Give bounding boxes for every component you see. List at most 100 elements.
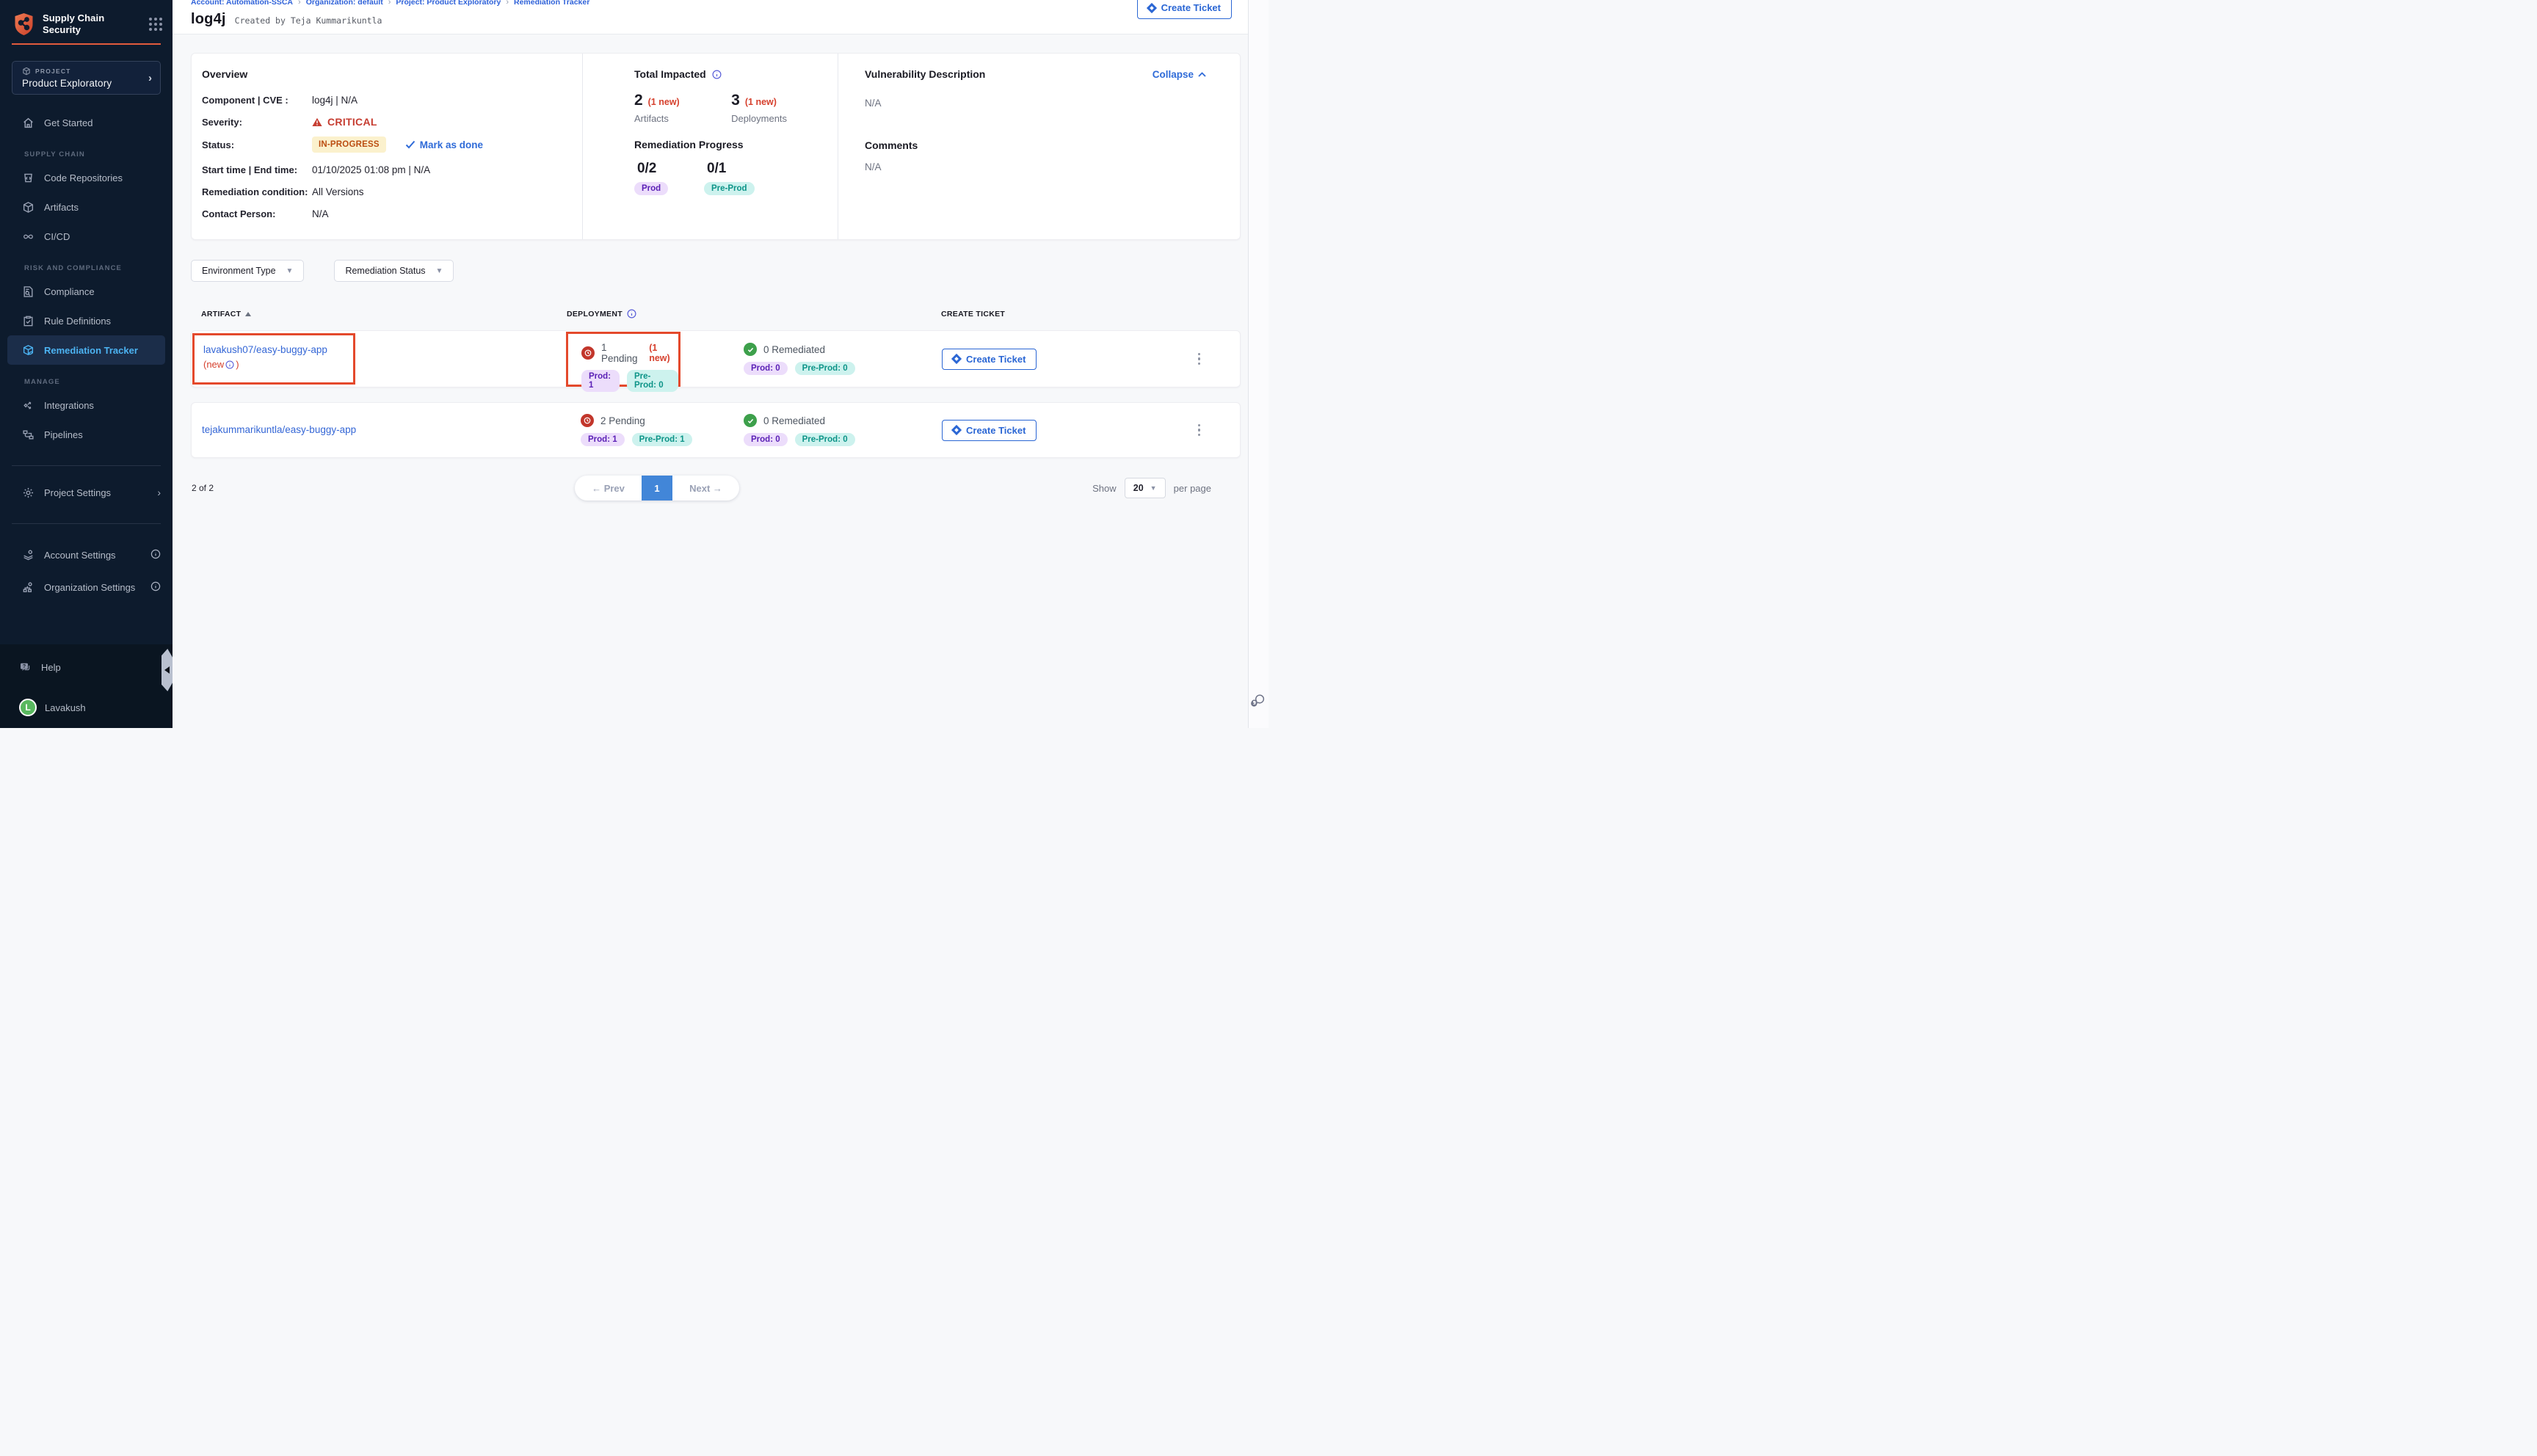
sort-ascending-icon[interactable]: [245, 312, 251, 316]
sidebar-collapse-handle[interactable]: [161, 649, 173, 691]
chevron-down-icon: ▼: [436, 267, 443, 275]
info-circle-icon[interactable]: [627, 309, 636, 318]
sidebar-item-organization-settings[interactable]: Organization Settings: [0, 571, 173, 603]
main-area: Account: Automation-SSCA › Organization: …: [173, 0, 1268, 728]
show-label: Show: [1092, 483, 1117, 494]
prod-pill: Prod: [634, 182, 668, 195]
deployments-stat-label: Deployments: [731, 113, 838, 124]
column-artifact: ARTIFACT: [201, 310, 241, 318]
sidebar-item-get-started[interactable]: Get Started: [0, 108, 173, 137]
svg-text:?: ?: [23, 664, 26, 669]
sidebar-item-pipelines[interactable]: Pipelines: [0, 420, 173, 449]
prod-count-badge: Prod: 0: [744, 433, 788, 446]
sidebar-section-supply-chain: SUPPLY CHAIN: [0, 137, 173, 163]
chevron-right-icon: ›: [157, 487, 161, 498]
overview-card: Overview Component | CVE :log4j | N/A Se…: [191, 53, 1241, 240]
table-row: lavakush07/easy-buggy-app (new ) 1 Pendi…: [191, 330, 1241, 387]
sidebar-bottom-panel: ? Help L Lavakush: [0, 644, 173, 728]
artifact-link[interactable]: tejakummarikuntla/easy-buggy-app: [202, 424, 356, 435]
filters-row: Environment Type▼ Remediation Status▼: [191, 260, 1261, 282]
supply-chain-shield-logo-icon: [12, 12, 36, 36]
check-icon: [405, 140, 415, 149]
chevron-down-icon: ▼: [286, 267, 294, 275]
sidebar-item-rule-definitions[interactable]: Rule Definitions: [0, 306, 173, 335]
warning-triangle-icon: [312, 117, 322, 127]
sidebar-section-risk-compliance: RISK AND COMPLIANCE: [0, 251, 173, 277]
project-cube-icon: [22, 67, 31, 76]
condition-value: All Versions: [312, 186, 364, 197]
per-page-label: per page: [1174, 483, 1211, 494]
sidebar-item-cicd[interactable]: CI/CD: [0, 222, 173, 251]
remediated-check-icon: [744, 343, 757, 356]
breadcrumb-remediation-tracker[interactable]: Remediation Tracker: [514, 0, 589, 7]
new-artifact-chip: (new ): [203, 359, 239, 370]
user-menu[interactable]: L Lavakush: [0, 691, 173, 724]
pagination-pill: ← Prev 1 Next →: [575, 476, 739, 500]
preprod-progress: 0/1 Pre-Prod: [704, 161, 774, 195]
create-ticket-button-row[interactable]: Create Ticket: [942, 349, 1037, 370]
remediated-cell: 0 Remediated Prod: 0 Pre-Prod: 0: [744, 414, 942, 446]
sidebar-item-integrations[interactable]: Integrations: [0, 390, 173, 420]
gear-icon: [22, 487, 35, 499]
info-circle-icon[interactable]: [225, 360, 234, 369]
pending-count: 1 Pending: [601, 342, 642, 364]
project-eyebrow-label: PROJECT: [35, 68, 71, 75]
pending-new-count: (1 new): [649, 343, 678, 363]
project-selector[interactable]: PROJECT Product Exploratory ›: [12, 61, 161, 95]
artifact-link[interactable]: lavakush07/easy-buggy-app: [203, 344, 327, 355]
sidebar-item-account-settings[interactable]: Account Settings: [0, 539, 173, 571]
sidebar-item-project-settings[interactable]: Project Settings ›: [0, 476, 173, 509]
table-row: tejakummarikuntla/easy-buggy-app 2 Pendi…: [191, 402, 1241, 458]
infinity-icon: [22, 230, 35, 243]
comments-value: N/A: [865, 161, 1206, 172]
sidebar-item-compliance[interactable]: Compliance: [0, 277, 173, 306]
prev-page-button[interactable]: ← Prev: [575, 483, 642, 494]
remediation-status-filter[interactable]: Remediation Status▼: [334, 260, 454, 282]
sidebar-item-remediation-tracker[interactable]: Remediation Tracker: [7, 335, 165, 365]
create-ticket-button-row[interactable]: Create Ticket: [942, 420, 1037, 441]
prod-progress: 0/2 Prod: [634, 161, 704, 195]
info-circle-icon: [150, 549, 161, 561]
breadcrumb-project[interactable]: Project: Product Exploratory: [396, 0, 501, 7]
home-icon: [22, 117, 35, 129]
artifact-box-icon: [22, 201, 35, 214]
row-menu-kebab-icon[interactable]: [1198, 353, 1201, 365]
help-chat-icon: ?: [19, 661, 32, 674]
sidebar-item-help[interactable]: ? Help: [0, 650, 173, 684]
time-label: Start time | End time:: [202, 164, 312, 175]
impacted-deployments-stat: 3(1 new) Deployments: [731, 92, 838, 124]
document-search-icon: [22, 285, 35, 298]
mark-as-done-button[interactable]: Mark as done: [405, 139, 483, 150]
create-ticket-button-header[interactable]: Create Ticket: [1137, 0, 1232, 19]
page-number-button[interactable]: 1: [642, 476, 672, 500]
vulnerability-description-value: N/A: [865, 98, 1206, 109]
breadcrumb-account[interactable]: Account: Automation-SSCA: [191, 0, 293, 7]
contact-value: N/A: [312, 208, 329, 219]
severity-value: CRITICAL: [312, 116, 377, 128]
environment-type-filter[interactable]: Environment Type▼: [191, 260, 304, 282]
next-page-button[interactable]: Next →: [672, 483, 739, 494]
status-badge: IN-PROGRESS: [312, 136, 386, 153]
breadcrumb-separator: ›: [506, 0, 509, 7]
remediation-progress-heading: Remediation Progress: [634, 139, 838, 150]
account-layers-gear-icon: [22, 549, 35, 561]
page-size-select[interactable]: 20▼: [1125, 478, 1166, 498]
vulnerability-description-heading: Vulnerability Description: [865, 68, 985, 80]
support-chat-icon[interactable]: [1250, 694, 1266, 712]
info-circle-icon[interactable]: [712, 70, 722, 79]
prod-progress-value: 0/2: [634, 161, 704, 177]
module-switcher-grid-icon[interactable]: [149, 18, 162, 31]
clipboard-check-icon: [22, 315, 35, 327]
breadcrumb-organization[interactable]: Organization: default: [306, 0, 383, 7]
total-impacted-heading: Total Impacted: [634, 68, 706, 80]
remediated-count: 0 Remediated: [763, 344, 825, 355]
sidebar-item-artifacts[interactable]: Artifacts: [0, 192, 173, 222]
annotation-box-deployment: 1 Pending (1 new) Prod: 1 Pre-Prod: 0: [566, 332, 680, 387]
total-impacted-column: Total Impacted 2(1 new) Artifacts 3(1 ne…: [582, 54, 838, 239]
remediated-check-icon: [744, 414, 757, 427]
sidebar-item-code-repositories[interactable]: Code Repositories: [0, 163, 173, 192]
collapse-button[interactable]: Collapse: [1153, 69, 1206, 80]
chevron-up-icon: [1198, 72, 1206, 77]
row-menu-kebab-icon[interactable]: [1198, 424, 1201, 437]
chevron-right-icon: ›: [148, 72, 152, 84]
